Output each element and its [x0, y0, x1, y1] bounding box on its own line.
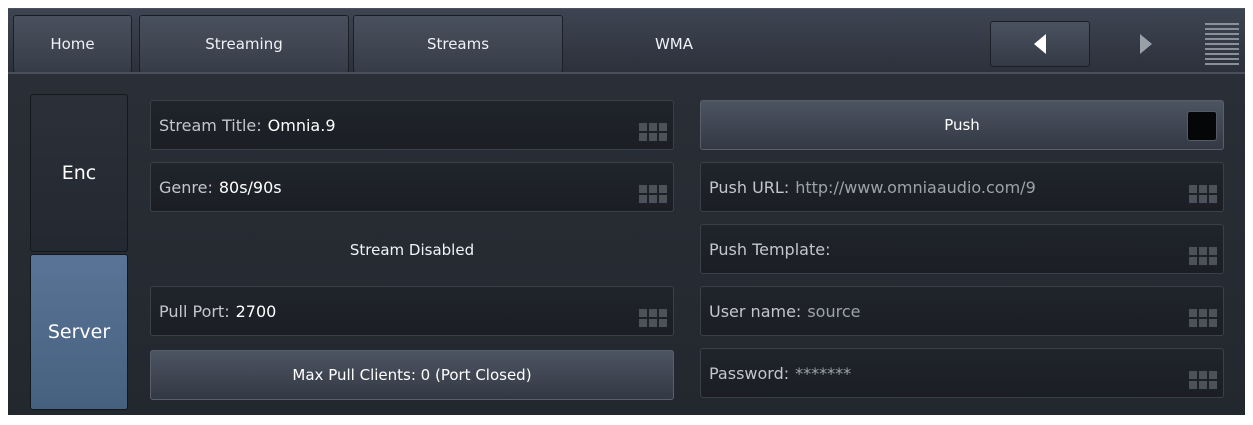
stream-title-key: Stream Title: — [159, 115, 262, 135]
side-tab-server[interactable]: Server — [30, 254, 128, 410]
stream-title-field[interactable]: Stream Title: Omnia.9 — [150, 100, 674, 150]
pull-port-key: Pull Port: — [159, 301, 230, 321]
nav-streaming-label: Streaming — [205, 35, 283, 53]
user-name-field[interactable]: User name: source — [700, 286, 1224, 336]
grid-grip-icon — [1189, 309, 1217, 327]
stream-status: Stream Disabled — [150, 226, 674, 274]
max-pull-clients-label: Max Pull Clients: 0 (Port Closed) — [292, 366, 532, 384]
push-button[interactable]: Push — [700, 100, 1224, 150]
top-navigation: Home Streaming Streams WMA — [8, 8, 1245, 73]
user-name-value: source — [807, 301, 861, 321]
next-button[interactable] — [1096, 21, 1196, 67]
triangle-right-icon — [1140, 34, 1152, 54]
push-url-field[interactable]: Push URL: http://www.omniaaudio.com/9 — [700, 162, 1224, 212]
grid-grip-icon — [639, 185, 667, 203]
side-tab-enc[interactable]: Enc — [30, 94, 128, 252]
nav-streams-label: Streams — [426, 35, 490, 53]
user-name-key: User name: — [709, 301, 802, 321]
grid-grip-icon — [1189, 371, 1217, 389]
genre-key: Genre: — [159, 177, 213, 197]
nav-home-button[interactable]: Home — [13, 15, 132, 73]
push-url-key: Push URL: — [709, 177, 790, 197]
triangle-left-icon — [1034, 34, 1046, 54]
nav-current-page: WMA — [568, 15, 780, 73]
max-pull-clients-button[interactable]: Max Pull Clients: 0 (Port Closed) — [150, 350, 674, 400]
nav-home-label: Home — [50, 35, 95, 53]
password-field[interactable]: Password: ******* — [700, 348, 1224, 398]
grid-grip-icon — [639, 309, 667, 327]
square-indicator-icon — [1187, 111, 1217, 141]
grid-grip-icon — [639, 123, 667, 141]
menu-lines-icon[interactable] — [1205, 23, 1239, 67]
nav-streams-button[interactable]: Streams — [353, 15, 563, 73]
pull-port-value: 2700 — [235, 301, 277, 321]
side-tab-enc-label: Enc — [61, 162, 97, 184]
grid-grip-icon — [1189, 247, 1217, 265]
push-template-key: Push Template: — [709, 239, 831, 259]
genre-value: 80s/90s — [218, 177, 282, 197]
password-value: ******* — [795, 363, 852, 383]
genre-field[interactable]: Genre: 80s/90s — [150, 162, 674, 212]
push-label: Push — [944, 116, 980, 134]
prev-button[interactable] — [990, 21, 1090, 67]
stream-title-value: Omnia.9 — [267, 115, 336, 135]
push-template-field[interactable]: Push Template: — [700, 224, 1224, 274]
nav-streaming-button[interactable]: Streaming — [139, 15, 349, 73]
password-key: Password: — [709, 363, 790, 383]
pull-port-field[interactable]: Pull Port: 2700 — [150, 286, 674, 336]
nav-current-label: WMA — [654, 35, 694, 53]
stream-status-label: Stream Disabled — [349, 241, 475, 259]
wma-server-panel: Enc Server Stream Title: Omnia.9 Genre: … — [8, 72, 1245, 415]
grid-grip-icon — [1189, 185, 1217, 203]
push-url-value: http://www.omniaaudio.com/9 — [795, 177, 1036, 197]
side-tab-server-label: Server — [47, 321, 111, 343]
